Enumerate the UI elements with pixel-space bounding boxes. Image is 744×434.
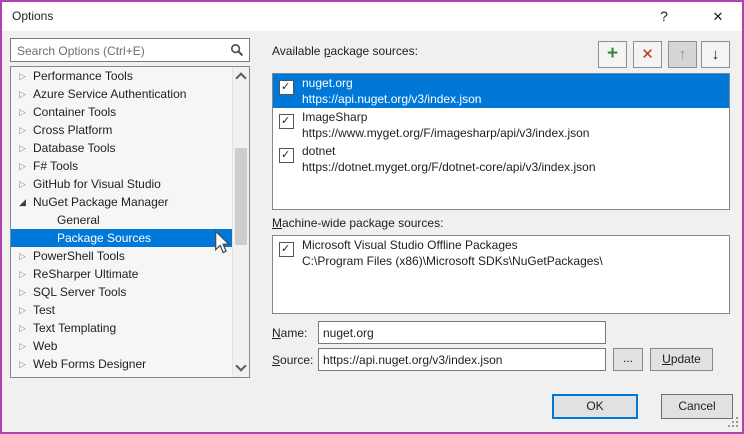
plus-icon: +: [607, 43, 618, 64]
scrollbar-thumb[interactable]: [235, 148, 247, 245]
source-name: ImageSharp: [302, 109, 589, 125]
chevron-collapsed-icon[interactable]: [19, 139, 33, 157]
close-button[interactable]: ✕: [702, 2, 734, 31]
options-dialog: Options ? ✕ Performance Tools Azure Serv…: [0, 0, 744, 434]
source-url: https://dotnet.myget.org/F/dotnet-core/a…: [302, 159, 596, 175]
chevron-collapsed-icon[interactable]: [19, 283, 33, 301]
dialog-title: Options: [12, 2, 53, 31]
browse-button[interactable]: ...: [613, 348, 643, 371]
cancel-button[interactable]: Cancel: [661, 394, 733, 419]
tree-item-web[interactable]: Web: [11, 337, 232, 355]
chevron-collapsed-icon[interactable]: [19, 67, 33, 85]
chevron-collapsed-icon[interactable]: [19, 355, 33, 373]
tree-item-cross-platform[interactable]: Cross Platform: [11, 121, 232, 139]
tree-item-package-sources[interactable]: Package Sources: [11, 229, 232, 247]
source-row-nuget-org[interactable]: nuget.orghttps://api.nuget.org/v3/index.…: [273, 74, 729, 108]
add-source-button[interactable]: +: [598, 41, 627, 68]
chevron-collapsed-icon[interactable]: [19, 337, 33, 355]
ok-button[interactable]: OK: [552, 394, 638, 419]
options-tree: Performance Tools Azure Service Authenti…: [10, 66, 250, 378]
tree-scrollbar[interactable]: [232, 67, 249, 377]
chevron-collapsed-icon[interactable]: [19, 265, 33, 283]
move-down-button[interactable]: ↓: [701, 41, 730, 68]
tree-item-web-forms-designer[interactable]: Web Forms Designer: [11, 355, 232, 373]
checkbox-checked-icon[interactable]: [279, 242, 294, 257]
resize-grip-icon[interactable]: [728, 417, 738, 427]
tree-item-text-templating[interactable]: Text Templating: [11, 319, 232, 337]
tree-item-general[interactable]: General: [11, 211, 232, 229]
source-row-imagesharp[interactable]: ImageSharphttps://www.myget.org/F/images…: [273, 108, 729, 142]
search-input[interactable]: [15, 40, 227, 62]
title-bar: Options ? ✕: [2, 2, 742, 31]
source-path: C:\Program Files (x86)\Microsoft SDKs\Nu…: [302, 253, 603, 269]
source-row-vs-offline-packages[interactable]: Microsoft Visual Studio Offline Packages…: [273, 236, 729, 270]
checkbox-checked-icon[interactable]: [279, 148, 294, 163]
source-row-dotnet[interactable]: dotnethttps://dotnet.myget.org/F/dotnet-…: [273, 142, 729, 176]
machine-wide-sources-label: Machine-wide package sources:: [272, 216, 443, 230]
source-field[interactable]: [318, 348, 606, 371]
tree-rows: Performance Tools Azure Service Authenti…: [11, 67, 232, 378]
checkbox-checked-icon[interactable]: [279, 80, 294, 95]
source-url: https://www.myget.org/F/imagesharp/api/v…: [302, 125, 589, 141]
checkbox-checked-icon[interactable]: [279, 114, 294, 129]
chevron-collapsed-icon[interactable]: [19, 301, 33, 319]
tree-item-performance-tools[interactable]: Performance Tools: [11, 67, 232, 85]
machine-wide-sources-list: Microsoft Visual Studio Offline Packages…: [272, 235, 730, 314]
available-sources-list: nuget.orghttps://api.nuget.org/v3/index.…: [272, 73, 730, 210]
tree-item-database-tools[interactable]: Database Tools: [11, 139, 232, 157]
source-url: https://api.nuget.org/v3/index.json: [302, 91, 481, 107]
source-name: Microsoft Visual Studio Offline Packages: [302, 237, 603, 253]
remove-x-icon: ✕: [641, 46, 654, 63]
tree-item-sql-server-tools[interactable]: SQL Server Tools: [11, 283, 232, 301]
scroll-up-icon[interactable]: [235, 72, 246, 83]
arrow-up-icon: ↑: [679, 46, 687, 63]
available-sources-label: Available package sources:: [272, 44, 418, 58]
name-label: Name:: [272, 326, 307, 340]
tree-item-container-tools[interactable]: Container Tools: [11, 103, 232, 121]
source-name: nuget.org: [302, 75, 481, 91]
scroll-down-icon[interactable]: [235, 360, 246, 371]
chevron-collapsed-icon[interactable]: [19, 103, 33, 121]
arrow-down-icon: ↓: [712, 46, 720, 63]
tree-item-test[interactable]: Test: [11, 301, 232, 319]
remove-source-button[interactable]: ✕: [633, 41, 662, 68]
search-icon: [230, 43, 244, 57]
help-button[interactable]: ?: [648, 2, 680, 31]
update-button[interactable]: Update: [650, 348, 713, 371]
chevron-collapsed-icon[interactable]: [19, 319, 33, 337]
chevron-collapsed-icon[interactable]: [19, 247, 33, 265]
tree-item-powershell-tools[interactable]: PowerShell Tools: [11, 247, 232, 265]
tree-item-resharper-ultimate[interactable]: ReSharper Ultimate: [11, 265, 232, 283]
tree-item-web-performance-test-tools[interactable]: Web Performance Test Tools: [11, 373, 232, 378]
move-up-button[interactable]: ↑: [668, 41, 697, 68]
name-field[interactable]: [318, 321, 606, 344]
source-label: Source:: [272, 353, 313, 367]
chevron-collapsed-icon[interactable]: [19, 85, 33, 103]
source-name: dotnet: [302, 143, 596, 159]
tree-item-nuget-package-manager[interactable]: NuGet Package Manager: [11, 193, 232, 211]
chevron-collapsed-icon[interactable]: [19, 175, 33, 193]
search-box: [10, 38, 250, 62]
chevron-expanded-icon[interactable]: [19, 193, 33, 211]
tree-item-github-for-visual-studio[interactable]: GitHub for Visual Studio: [11, 175, 232, 193]
chevron-collapsed-icon[interactable]: [19, 157, 33, 175]
tree-item-fsharp-tools[interactable]: F# Tools: [11, 157, 232, 175]
tree-item-azure-service-authentication[interactable]: Azure Service Authentication: [11, 85, 232, 103]
chevron-collapsed-icon[interactable]: [19, 121, 33, 139]
chevron-collapsed-icon[interactable]: [19, 373, 33, 378]
